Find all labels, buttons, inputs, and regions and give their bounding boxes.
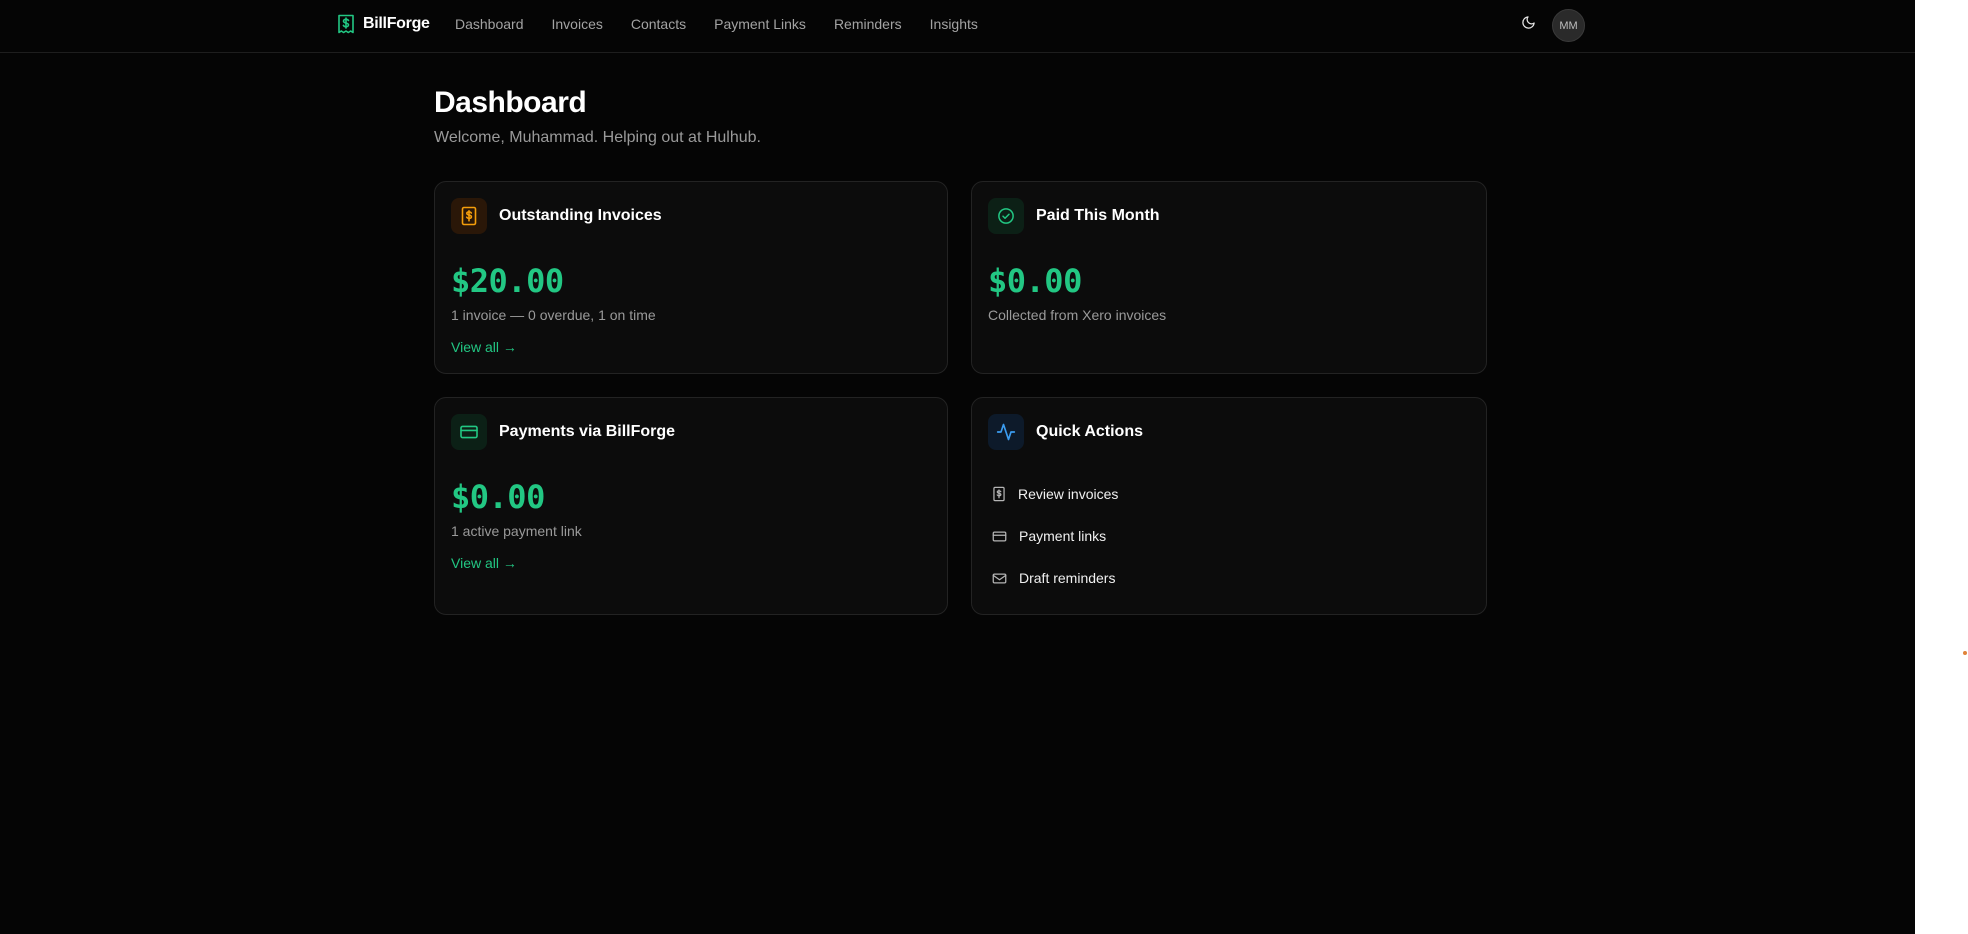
payments-description: 1 active payment link — [451, 523, 582, 539]
quick-actions-card: Quick Actions Review invoices Payment li… — [971, 397, 1487, 615]
nav-link-dashboard[interactable]: Dashboard — [455, 16, 524, 32]
brand-name: BillForge — [363, 15, 430, 32]
credit-card-icon — [992, 530, 1007, 543]
theme-toggle-button[interactable] — [1518, 14, 1538, 36]
moon-icon — [1521, 15, 1536, 35]
payment-links-action[interactable]: Payment links — [992, 526, 1118, 546]
nav-link-contacts[interactable]: Contacts — [631, 16, 686, 32]
paid-description: Collected from Xero invoices — [988, 307, 1167, 323]
card-header: Payments via BillForge — [451, 414, 675, 450]
mail-icon — [992, 572, 1007, 585]
card-title: Payments via BillForge — [499, 423, 676, 440]
page-title: Dashboard — [434, 86, 587, 119]
nav-link-insights[interactable]: Insights — [930, 16, 978, 32]
user-avatar[interactable]: MM — [1552, 9, 1585, 42]
review-invoices-action[interactable]: Review invoices — [992, 484, 1118, 504]
action-label: Review invoices — [1018, 486, 1119, 502]
card-header: Paid This Month — [988, 198, 1160, 234]
nav-link-invoices[interactable]: Invoices — [552, 16, 603, 32]
view-all-payment-links-link[interactable]: View all → — [451, 555, 517, 571]
card-title: Quick Actions — [1036, 423, 1143, 440]
paid-this-month-card: Paid This Month $0.00 Collected from Xer… — [971, 181, 1487, 374]
brand-logo[interactable]: BillForge — [337, 14, 430, 34]
card-title: Paid This Month — [1036, 207, 1160, 224]
activity-icon — [988, 414, 1024, 450]
card-header: Quick Actions — [988, 414, 1143, 450]
card-header: Outstanding Invoices — [451, 198, 662, 234]
action-label: Payment links — [1019, 528, 1107, 544]
outstanding-description: 1 invoice — 0 overdue, 1 on time — [451, 307, 656, 323]
nav-links: Dashboard Invoices Contacts Payment Link… — [455, 16, 978, 32]
top-navigation: BillForge Dashboard Invoices Contacts Pa… — [0, 0, 1915, 53]
outstanding-invoices-card: Outstanding Invoices $20.00 1 invoice — … — [434, 181, 948, 374]
payments-amount: $0.00 — [451, 478, 545, 516]
outstanding-amount: $20.00 — [451, 262, 564, 300]
paid-amount: $0.00 — [988, 262, 1082, 300]
card-title: Outstanding Invoices — [499, 207, 662, 224]
draft-reminders-action[interactable]: Draft reminders — [992, 568, 1118, 588]
view-all-invoices-link[interactable]: View all → — [451, 339, 517, 355]
invoice-dollar-icon — [337, 14, 355, 34]
edge-indicator — [1963, 651, 1967, 655]
quick-actions-list: Review invoices Payment links Draft remi… — [992, 484, 1118, 610]
credit-card-icon — [451, 414, 487, 450]
nav-link-reminders[interactable]: Reminders — [834, 16, 902, 32]
invoice-dollar-icon — [451, 198, 487, 234]
invoice-dollar-icon — [992, 486, 1006, 502]
app-window: BillForge Dashboard Invoices Contacts Pa… — [0, 0, 1915, 934]
page-subtitle: Welcome, Muhammad. Helping out at Hulhub… — [434, 129, 761, 146]
nav-link-payment-links[interactable]: Payment Links — [714, 16, 806, 32]
action-label: Draft reminders — [1019, 570, 1116, 586]
check-circle-icon — [988, 198, 1024, 234]
payments-via-billforge-card: Payments via BillForge $0.00 1 active pa… — [434, 397, 948, 615]
